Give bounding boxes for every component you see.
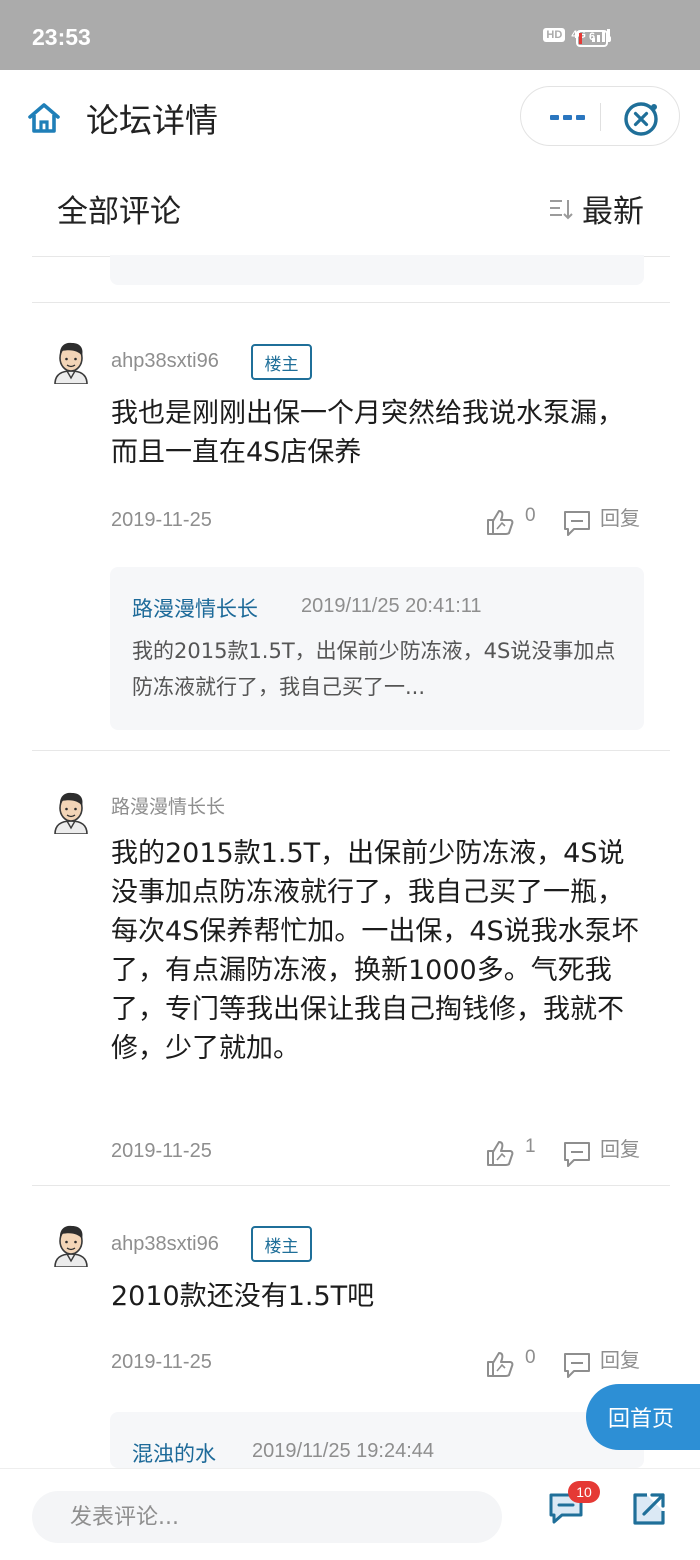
like-button[interactable]: 1 (485, 1136, 536, 1168)
status-time: 23:53 (32, 24, 91, 50)
reply-box[interactable]: 混浊的水 2019/11/25 19:24:44 (110, 1412, 644, 1468)
username[interactable]: ahp38sxti96 (111, 1233, 219, 1256)
reply-label: 回复 (600, 1136, 640, 1161)
sort-button[interactable]: 最新 (548, 186, 644, 231)
reply-time: 2019/11/25 19:24:44 (252, 1440, 435, 1462)
like-button[interactable]: 0 (485, 1347, 536, 1379)
divider (32, 750, 670, 751)
reply-box[interactable]: 路漫漫情长长 2019/11/25 20:41:11 我的2015款1.5T，出… (110, 567, 644, 730)
owner-badge: 楼主 (251, 1226, 312, 1262)
more-icon[interactable] (539, 101, 595, 133)
close-circle-icon[interactable] (621, 99, 661, 139)
nav-bar: 论坛详情 (0, 70, 700, 162)
comment-input[interactable] (32, 1491, 502, 1543)
status-bar: 23:53 HD 4G 6 (0, 0, 700, 70)
section-title: 全部评论 (57, 194, 181, 230)
comment-count-badge: 10 (568, 1481, 600, 1503)
page-title: 论坛详情 (86, 101, 218, 140)
capsule-divider (600, 103, 601, 131)
like-button[interactable]: 0 (485, 505, 536, 537)
comment-text: 我的2015款1.5T，出保前少防冻液，4S说没事加点防冻液就行了，我自己买了一… (111, 838, 639, 1064)
bottom-bar: 10 (0, 1468, 700, 1560)
avatar[interactable] (52, 790, 90, 834)
reply-username[interactable]: 混浊的水 (132, 1438, 216, 1468)
thumbs-up-icon (487, 1352, 514, 1377)
back-home-button[interactable]: 回首页 (586, 1384, 700, 1450)
comment-date: 2019-11-25 (111, 509, 212, 531)
reply-icon (564, 1142, 590, 1167)
reply-button[interactable]: 回复 (562, 1348, 640, 1379)
reply-text: 我的2015款1.5T，出保前少防冻液，4S说没事加点防冻液就行了，我自己买了一… (132, 639, 616, 699)
reply-username[interactable]: 路漫漫情长长 (132, 593, 258, 623)
comment-text: 我也是刚刚出保一个月突然给我说水泵漏，而且一直在4S店保养 (111, 398, 624, 468)
mini-program-capsule (520, 86, 680, 146)
previous-reply-box (110, 255, 644, 285)
reply-label: 回复 (600, 505, 640, 530)
home-icon[interactable] (26, 100, 62, 136)
avatar[interactable] (52, 1223, 90, 1267)
owner-badge: 楼主 (251, 344, 312, 380)
reply-button[interactable]: 回复 (562, 506, 640, 537)
comment-text: 2010款还没有1.5T吧 (111, 1281, 375, 1312)
username[interactable]: 路漫漫情长长 (111, 792, 225, 819)
like-count: 0 (525, 1347, 536, 1368)
share-icon (633, 1493, 665, 1525)
battery-level: 6 (588, 31, 596, 43)
thumbs-up-icon (487, 510, 514, 535)
like-count: 1 (525, 1136, 536, 1157)
thumbs-up-icon (487, 1141, 514, 1166)
reply-button[interactable]: 回复 (562, 1137, 640, 1168)
comment-date: 2019-11-25 (111, 1140, 212, 1162)
avatar[interactable] (52, 340, 90, 384)
reply-icon (564, 511, 590, 536)
username[interactable]: ahp38sxti96 (111, 350, 219, 373)
sort-label: 最新 (582, 194, 644, 230)
like-count: 0 (525, 505, 536, 526)
hd-icon: HD (543, 28, 566, 42)
reply-label: 回复 (600, 1347, 640, 1372)
divider (32, 1185, 670, 1186)
comment-date: 2019-11-25 (111, 1351, 212, 1373)
battery-icon: 6 (576, 30, 611, 47)
comments-button[interactable]: 10 (546, 1481, 600, 1531)
sort-icon (550, 199, 573, 219)
share-button[interactable] (627, 1487, 671, 1531)
reply-time: 2019/11/25 20:41:11 (301, 595, 482, 617)
reply-icon (564, 1353, 590, 1378)
comments-header: 全部评论 最新 (0, 162, 700, 252)
divider (32, 302, 670, 303)
